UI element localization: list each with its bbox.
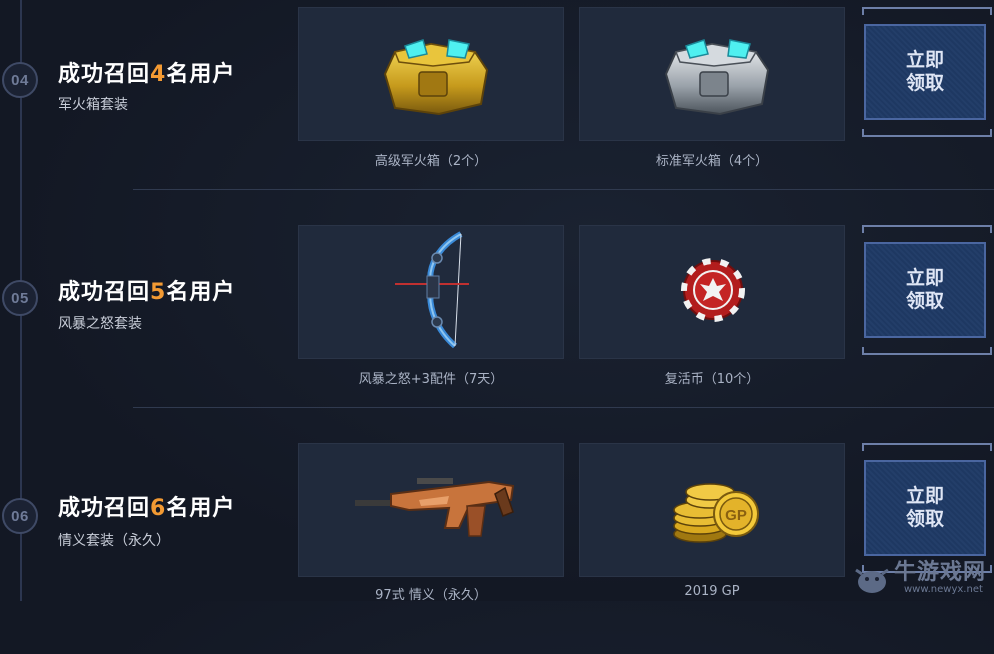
svg-text:GP: GP	[725, 507, 747, 524]
tier-divider	[133, 189, 994, 190]
tier-title: 成功召回4名用户	[58, 56, 235, 88]
tier-title-prefix: 成功召回	[58, 62, 151, 87]
watermark-text: 牛游戏网	[894, 560, 987, 585]
reward-card	[298, 225, 564, 359]
bracket-top	[862, 225, 992, 233]
tier-subtitle: 情义套装（永久）	[58, 533, 170, 549]
reward-card	[298, 7, 564, 141]
tier-badge-number: 04	[11, 71, 29, 89]
tier-title: 成功召回6名用户	[58, 490, 235, 522]
tier-title-suffix: 名用户	[166, 62, 236, 87]
revive-coin-icon	[681, 258, 745, 322]
claim-button[interactable]: 立即领取	[864, 460, 986, 556]
reward-tier-05: 05 成功召回5名用户 风暴之怒套装 风暴之怒+3配件（7天） 复活币（10个）…	[0, 218, 994, 436]
bull-mascot-icon	[855, 568, 889, 593]
tier-badge: 06	[2, 498, 38, 534]
reward-card	[298, 443, 564, 577]
reward-caption: 复活币（10个）	[664, 372, 760, 387]
bracket-top	[862, 443, 992, 451]
watermark-url: www.newyx.net	[904, 584, 983, 595]
bracket-bottom	[862, 347, 992, 355]
reward-card: GP	[579, 443, 845, 577]
reward-card	[579, 7, 845, 141]
reward-tier-06: 06 成功召回6名用户 情义套装（永久） 97式 情义（永久） GP 2019 …	[0, 436, 994, 654]
claim-area: 立即领取	[861, 7, 992, 137]
tier-title: 成功召回5名用户	[58, 274, 235, 306]
claim-button-label: 立即领取	[905, 49, 944, 94]
tier-badge: 05	[2, 280, 38, 316]
tier-badge-number: 06	[11, 507, 29, 525]
tier-divider	[133, 407, 994, 408]
tier-title-prefix: 成功召回	[58, 280, 151, 305]
compound-bow-icon	[395, 231, 469, 349]
bracket-bottom	[862, 129, 992, 137]
claim-area: 立即领取	[861, 225, 992, 355]
reward-card	[579, 225, 845, 359]
gold-arms-crate-icon	[383, 39, 489, 116]
tier-title-count: 6	[150, 496, 167, 521]
tier-title-count: 5	[150, 280, 167, 305]
reward-tier-04: 04 成功召回4名用户 军火箱套装 高级军火箱（2个） 标准军火箱（4个） 立即…	[0, 0, 994, 218]
tier-title-suffix: 名用户	[166, 496, 236, 521]
tier-title-count: 4	[150, 62, 167, 87]
claim-button[interactable]: 立即领取	[864, 242, 986, 338]
site-watermark: 牛游戏网 www.newyx.net	[850, 556, 994, 601]
reward-caption: 97式 情义（永久）	[375, 588, 487, 603]
assault-rifle-icon	[355, 478, 515, 537]
gp-coins-icon: GP	[673, 483, 759, 543]
claim-button-label: 立即领取	[905, 485, 944, 530]
claim-button-label: 立即领取	[905, 267, 944, 312]
tier-title-prefix: 成功召回	[58, 496, 151, 521]
tier-subtitle: 风暴之怒套装	[58, 316, 142, 332]
tier-title-suffix: 名用户	[166, 280, 236, 305]
tier-subtitle: 军火箱套装	[58, 97, 128, 113]
reward-caption: 2019 GP	[684, 584, 740, 599]
tier-badge: 04	[2, 62, 38, 98]
reward-caption: 高级军火箱（2个）	[374, 154, 488, 169]
reward-caption: 标准军火箱（4个）	[655, 154, 769, 169]
reward-caption: 风暴之怒+3配件（7天）	[358, 372, 504, 387]
bracket-top	[862, 7, 992, 15]
claim-button[interactable]: 立即领取	[864, 24, 986, 120]
silver-arms-crate-icon	[664, 39, 770, 116]
tier-badge-number: 05	[11, 289, 29, 307]
